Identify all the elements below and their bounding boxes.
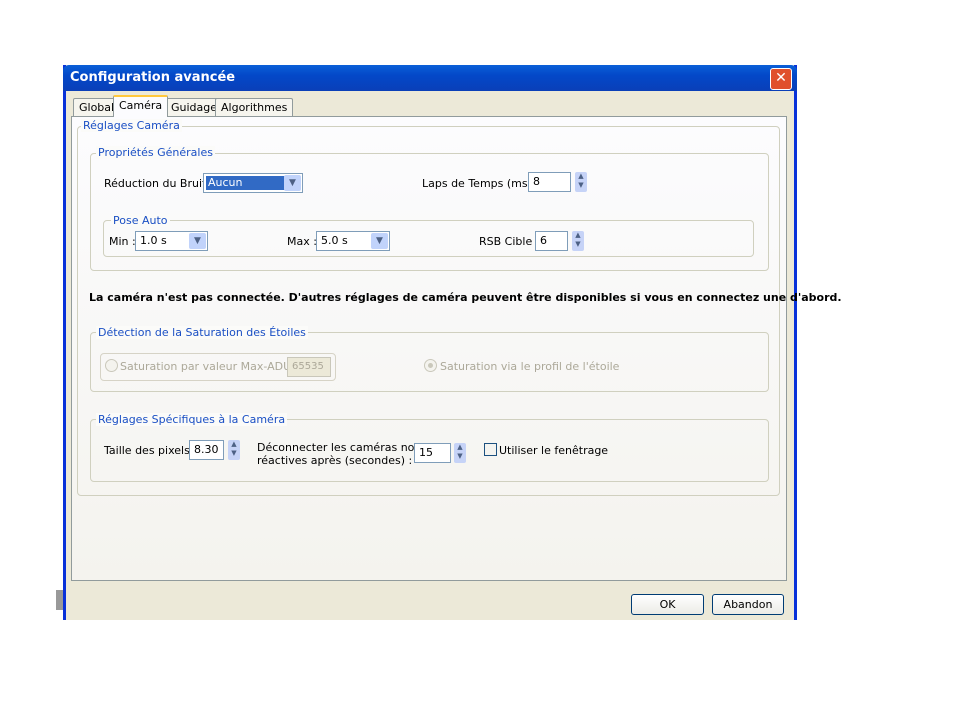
spin-up-icon: ▲ [578, 172, 584, 180]
max-adu-radio[interactable] [105, 359, 118, 372]
time-lapse-label: Laps de Temps (ms) : [422, 177, 540, 190]
max-exposure-select[interactable]: 5.0 s ▼ [316, 231, 390, 251]
spin-down-icon: ▼ [457, 452, 463, 460]
spin-down-icon: ▼ [575, 240, 581, 248]
radio-dot-icon [428, 363, 433, 368]
spin-up-icon: ▲ [575, 231, 581, 239]
windowing-label: Utiliser le fenêtrage [499, 444, 609, 457]
max-label: Max : [287, 235, 317, 248]
auto-exposure-legend: Pose Auto [111, 214, 170, 227]
general-properties-legend: Propriétés Générales [96, 146, 215, 159]
chevron-down-icon[interactable]: ▼ [371, 233, 388, 249]
camera-not-connected-notice: La caméra n'est pas connectée. D'autres … [89, 291, 842, 304]
windowing-checkbox[interactable] [484, 443, 497, 456]
max-adu-input[interactable]: 65535 [287, 357, 331, 377]
timeout-label-line2: réactives après (secondes) : [257, 454, 413, 467]
noise-reduction-value: Aucun [206, 176, 286, 190]
pixel-size-spinner[interactable]: ▲ ▼ [228, 440, 240, 460]
spin-down-icon: ▼ [231, 449, 237, 457]
window-title: Configuration avancée [70, 70, 236, 85]
min-exposure-select[interactable]: 1.0 s ▼ [135, 231, 208, 251]
time-lapse-spinner[interactable]: ▲ ▼ [575, 172, 587, 192]
time-lapse-input[interactable]: 8 [528, 172, 571, 192]
max-exposure-value: 5.0 s [321, 234, 348, 247]
background-window-edge [56, 590, 63, 610]
ok-button[interactable]: OK [631, 594, 704, 615]
spin-up-icon: ▲ [231, 440, 237, 448]
tab-camera[interactable]: Caméra [113, 95, 169, 117]
pixel-size-label: Taille des pixels : [104, 444, 198, 457]
timeout-input[interactable]: 15 [414, 443, 451, 463]
chevron-down-icon[interactable]: ▼ [284, 175, 301, 191]
camera-settings-legend: Réglages Caméra [81, 119, 182, 132]
star-profile-radio[interactable] [424, 359, 437, 372]
timeout-label-line1: Déconnecter les caméras non [257, 441, 422, 454]
close-button[interactable]: ✕ [770, 68, 792, 90]
max-adu-label: Saturation par valeur Max-ADU : [120, 360, 299, 373]
spin-down-icon: ▼ [578, 181, 584, 189]
close-icon: ✕ [775, 70, 787, 86]
timeout-spinner[interactable]: ▲ ▼ [454, 443, 466, 463]
min-exposure-value: 1.0 s [140, 234, 167, 247]
min-label: Min : [109, 235, 136, 248]
star-profile-label: Saturation via le profil de l'étoile [440, 360, 620, 373]
camera-specific-legend: Réglages Spécifiques à la Caméra [96, 413, 288, 426]
spin-up-icon: ▲ [457, 443, 463, 451]
noise-reduction-label: Réduction du Bruit : [104, 177, 214, 190]
tab-algorithmes[interactable]: Algorithmes [215, 98, 294, 116]
saturation-legend: Détection de la Saturation des Étoiles [96, 326, 308, 339]
target-snr-label: RSB Cible : [479, 235, 540, 248]
cancel-button[interactable]: Abandon [712, 594, 784, 615]
chevron-down-icon[interactable]: ▼ [189, 233, 206, 249]
noise-reduction-select[interactable]: Aucun ▼ [203, 173, 303, 193]
target-snr-input[interactable]: 6 [535, 231, 568, 251]
pixel-size-input[interactable]: 8.30 [189, 440, 224, 460]
title-bar: Configuration avancée [63, 65, 797, 91]
target-snr-spinner[interactable]: ▲ ▼ [572, 231, 584, 251]
